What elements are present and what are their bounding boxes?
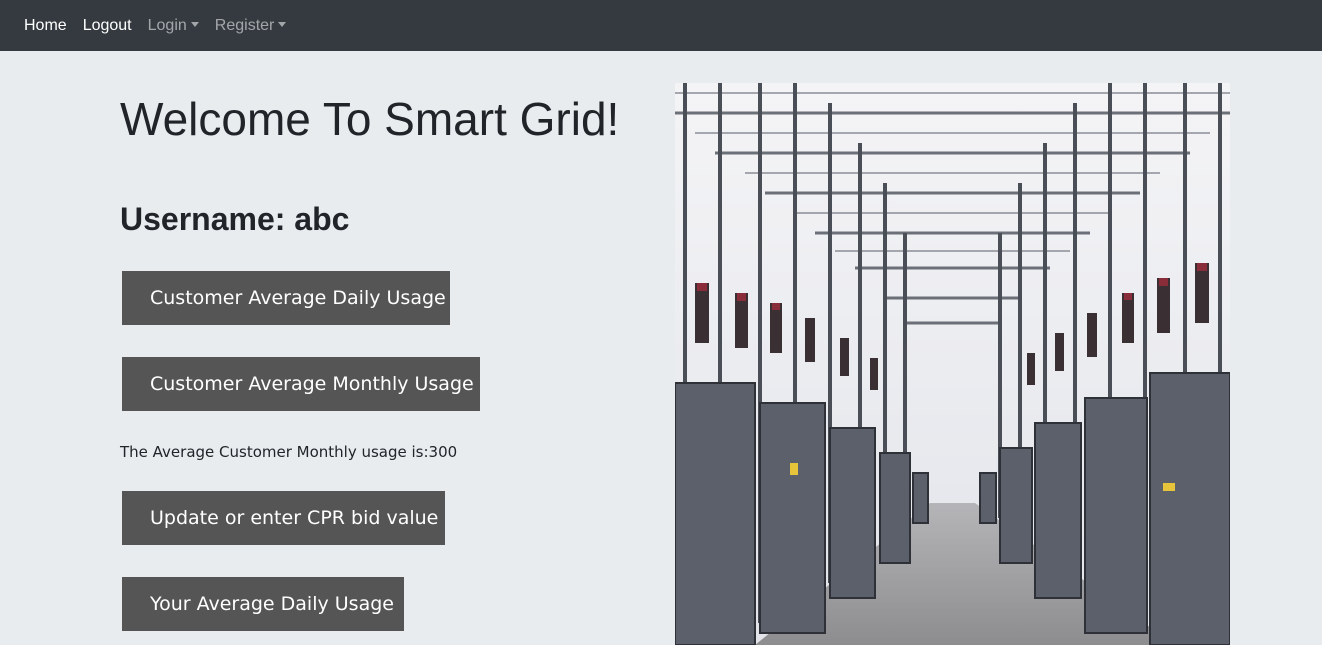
- nav-register-dropdown[interactable]: Register: [215, 17, 287, 35]
- nav-register-label: Register: [214, 16, 275, 34]
- customer-average-daily-usage-button[interactable]: Customer Average Daily Usage: [122, 271, 450, 325]
- substation-photo: [675, 83, 1230, 645]
- nav-home-link[interactable]: Home: [24, 17, 67, 35]
- chevron-down-icon: [190, 22, 199, 27]
- nav-login-label: Login: [147, 16, 187, 34]
- update-cpr-bid-button[interactable]: Update or enter CPR bid value: [122, 491, 445, 545]
- top-navbar: Home Logout Login Register: [0, 0, 1322, 51]
- monthly-usage-message: The Average Customer Monthly usage is:30…: [120, 443, 458, 461]
- nav-login-dropdown[interactable]: Login: [148, 17, 199, 35]
- username-label: Username: abc: [120, 201, 350, 237]
- nav-logout-link[interactable]: Logout: [83, 17, 132, 35]
- customer-average-monthly-usage-button[interactable]: Customer Average Monthly Usage: [122, 357, 480, 411]
- chevron-down-icon: [278, 22, 287, 27]
- page-title: Welcome To Smart Grid!: [120, 93, 620, 145]
- your-average-daily-usage-button[interactable]: Your Average Daily Usage: [122, 577, 404, 631]
